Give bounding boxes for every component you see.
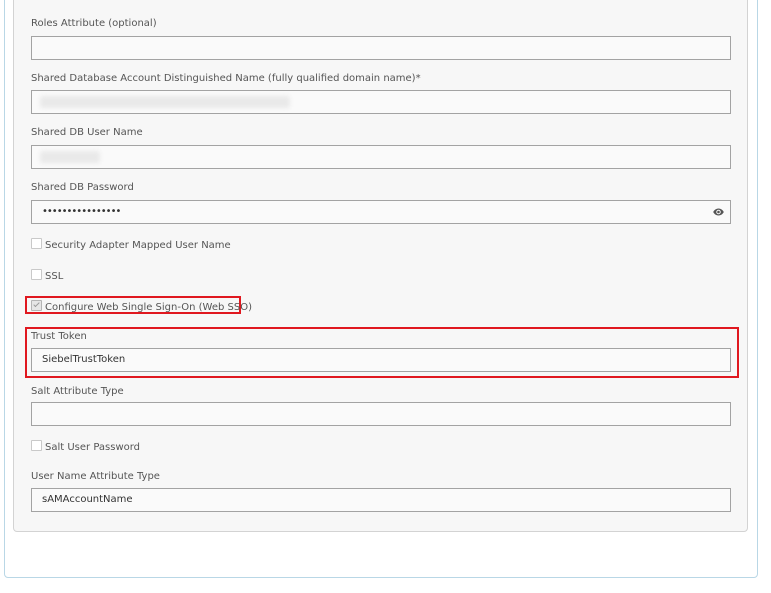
- shared-db-dn-label: Shared Database Account Distinguished Na…: [31, 73, 421, 84]
- web-sso-checkbox[interactable]: [31, 300, 42, 311]
- ssl-label: SSL: [45, 271, 64, 282]
- security-adapter-mapped-user-row[interactable]: Security Adapter Mapped User Name: [31, 238, 231, 251]
- trust-token-label: Trust Token: [31, 331, 87, 342]
- password-mask: ••••••••••••••••: [42, 206, 121, 217]
- roles-attribute-input[interactable]: [31, 36, 731, 60]
- ssl-checkbox[interactable]: [31, 269, 42, 280]
- shared-db-user-input[interactable]: [31, 145, 731, 169]
- web-sso-row[interactable]: Configure Web Single Sign-On (Web SSO): [31, 300, 252, 313]
- security-adapter-mapped-user-checkbox[interactable]: [31, 238, 42, 249]
- salt-attribute-type-input[interactable]: [31, 402, 731, 426]
- shared-db-password-input[interactable]: ••••••••••••••••: [31, 200, 731, 224]
- salt-user-password-checkbox[interactable]: [31, 440, 42, 451]
- salt-user-password-row[interactable]: Salt User Password: [31, 440, 140, 453]
- web-sso-label: Configure Web Single Sign-On (Web SSO): [45, 302, 252, 313]
- user-name-attribute-type-input[interactable]: sAMAccountName: [31, 488, 731, 512]
- roles-attribute-label: Roles Attribute (optional): [31, 18, 157, 29]
- redacted-value: [40, 151, 100, 163]
- security-adapter-mapped-user-label: Security Adapter Mapped User Name: [45, 240, 231, 251]
- trust-token-input[interactable]: SiebelTrustToken: [31, 348, 731, 372]
- ssl-row[interactable]: SSL: [31, 269, 63, 282]
- salt-user-password-label: Salt User Password: [45, 442, 141, 453]
- shared-db-dn-input[interactable]: [31, 90, 731, 114]
- redacted-value: [40, 96, 290, 108]
- user-name-attribute-type-label: User Name Attribute Type: [31, 471, 160, 482]
- shared-db-password-label: Shared DB Password: [31, 182, 134, 193]
- eye-icon[interactable]: [712, 206, 725, 218]
- salt-attribute-type-label: Salt Attribute Type: [31, 386, 124, 397]
- shared-db-user-label: Shared DB User Name: [31, 127, 143, 138]
